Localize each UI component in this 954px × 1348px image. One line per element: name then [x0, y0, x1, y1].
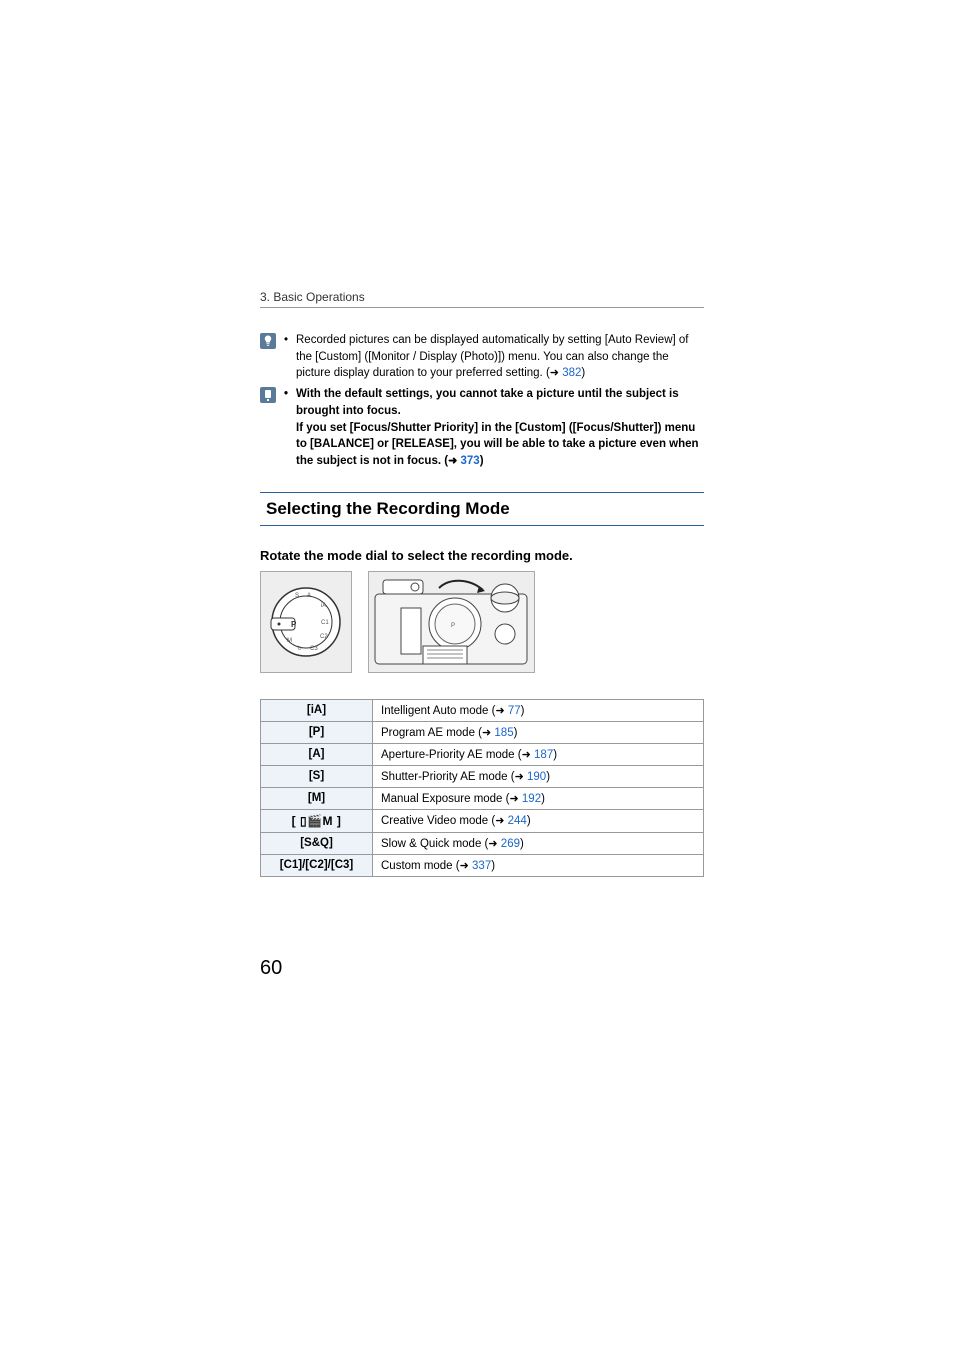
manual-page: 3. Basic Operations Recorded pictures ca… — [0, 0, 954, 1040]
svg-text:P: P — [291, 620, 297, 629]
table-row: [ ▯🎬M ] Creative Video mode ( 244) — [261, 809, 704, 832]
page-link-244[interactable]: 244 — [508, 815, 527, 827]
mode-description: Custom mode ( 337) — [373, 854, 704, 876]
page-link-337[interactable]: 337 — [472, 860, 491, 872]
page-link-187[interactable]: 187 — [534, 749, 553, 761]
arrow-right-icon — [488, 838, 497, 850]
lightbulb-icon — [260, 333, 276, 349]
page-link-190[interactable]: 190 — [527, 771, 546, 783]
mode-cell: [S&Q] — [261, 832, 373, 854]
mode-cell: [M] — [261, 787, 373, 809]
table-row: [A]Aperture-Priority AE mode ( 187) — [261, 743, 704, 765]
mode-cell: [A] — [261, 743, 373, 765]
arrow-right-icon — [482, 727, 491, 739]
section-heading-wrap: Selecting the Recording Mode — [260, 492, 704, 526]
page-link-373[interactable]: 373 — [461, 455, 480, 467]
svg-text:C1: C1 — [321, 620, 329, 626]
section-heading: Selecting the Recording Mode — [266, 499, 704, 519]
camera-top-diagram: P — [368, 571, 535, 673]
table-row: [S]Shutter-Priority AE mode ( 190) — [261, 765, 704, 787]
table-row: [iA]Intelligent Auto mode ( 77) — [261, 699, 704, 721]
page-link-192[interactable]: 192 — [522, 793, 541, 805]
arrow-right-icon — [515, 771, 524, 783]
arrow-right-icon — [509, 793, 518, 805]
page-link-269[interactable]: 269 — [501, 838, 520, 850]
arrow-right-icon — [448, 455, 457, 467]
mode-cell: [C1]/[C2]/[C3] — [261, 854, 373, 876]
mode-description: Shutter-Priority AE mode ( 190) — [373, 765, 704, 787]
svg-text:P: P — [451, 623, 455, 629]
svg-text:M: M — [287, 638, 292, 644]
svg-text:S: S — [295, 593, 299, 599]
subheading: Rotate the mode dial to select the recor… — [260, 548, 704, 563]
notes-block: Recorded pictures can be displayed autom… — [260, 332, 704, 470]
arrow-right-icon — [495, 705, 504, 717]
mode-dial-diagram: P S A iA C1 C2 C3 ↻ M — [260, 571, 352, 673]
page-number: 60 — [260, 957, 704, 980]
table-row: [P]Program AE mode ( 185) — [261, 721, 704, 743]
page-link-185[interactable]: 185 — [494, 727, 513, 739]
table-row: [S&Q]Slow & Quick mode ( 269) — [261, 832, 704, 854]
chapter-header: 3. Basic Operations — [260, 290, 704, 304]
arrow-right-icon — [522, 749, 531, 761]
svg-text:C3: C3 — [310, 646, 318, 652]
arrow-right-icon — [550, 367, 559, 379]
svg-text:C2: C2 — [320, 634, 328, 640]
mode-description: Intelligent Auto mode ( 77) — [373, 699, 704, 721]
page-link-77[interactable]: 77 — [508, 705, 521, 717]
mode-cell: [ ▯🎬M ] — [261, 809, 373, 832]
arrow-right-icon — [495, 815, 504, 827]
note-text: With the default settings, you cannot ta… — [296, 388, 679, 417]
mode-description: Program AE mode ( 185) — [373, 721, 704, 743]
note-focus-default: With the default settings, you cannot ta… — [260, 386, 704, 470]
mode-description: Aperture-Priority AE mode ( 187) — [373, 743, 704, 765]
mode-description: Creative Video mode ( 244) — [373, 809, 704, 832]
svg-text:↻: ↻ — [297, 645, 302, 652]
arrow-right-icon — [460, 860, 469, 872]
creative-video-mode-icon: [ ▯🎬M ] — [292, 814, 342, 828]
note-text: If you set [Focus/Shutter Priority] in t… — [296, 422, 699, 467]
table-row: [C1]/[C2]/[C3]Custom mode ( 337) — [261, 854, 704, 876]
note-auto-review: Recorded pictures can be displayed autom… — [260, 332, 704, 382]
svg-text:A: A — [307, 593, 311, 599]
info-flag-icon — [260, 387, 276, 403]
svg-text:iA: iA — [321, 603, 326, 609]
illustration-row: P S A iA C1 C2 C3 ↻ M P — [260, 571, 704, 673]
mode-description: Manual Exposure mode ( 192) — [373, 787, 704, 809]
note-text: Recorded pictures can be displayed autom… — [296, 334, 689, 379]
mode-cell: [S] — [261, 765, 373, 787]
mode-cell: [iA] — [261, 699, 373, 721]
header-rule — [260, 307, 704, 308]
recording-modes-table: [iA]Intelligent Auto mode ( 77)[P]Progra… — [260, 699, 704, 877]
table-row: [M]Manual Exposure mode ( 192) — [261, 787, 704, 809]
mode-description: Slow & Quick mode ( 269) — [373, 832, 704, 854]
mode-cell: [P] — [261, 721, 373, 743]
page-link-382[interactable]: 382 — [562, 367, 581, 379]
